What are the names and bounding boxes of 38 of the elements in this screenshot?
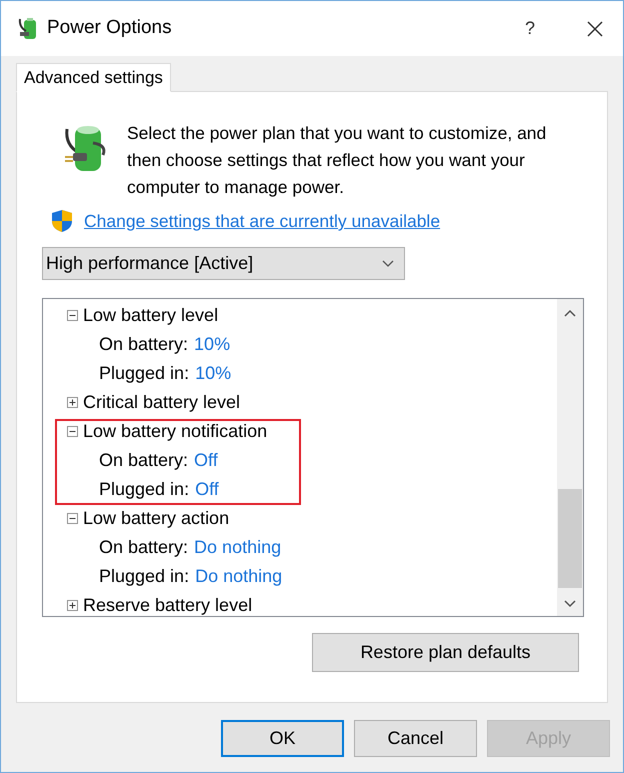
setting-name[interactable]: Reserve battery level xyxy=(83,592,252,620)
setting-label: On battery: xyxy=(99,333,188,356)
expand-icon[interactable] xyxy=(67,397,78,408)
collapse-icon[interactable] xyxy=(67,513,78,524)
description-text: Select the power plan that you want to customize, and then choose settings that reflect how you want your computer to manage power. xyxy=(127,122,548,199)
setting-label: Plugged in: xyxy=(99,478,190,502)
setting-value[interactable]: Off xyxy=(194,447,218,474)
tab[interactable]: Advanced settings xyxy=(16,63,171,92)
help-button[interactable]: ? xyxy=(515,15,545,42)
collapse-icon[interactable] xyxy=(67,426,78,438)
setting-value[interactable]: Off xyxy=(195,476,219,504)
setting-label: Plugged in: xyxy=(99,565,190,588)
setting-label: On battery: xyxy=(99,449,188,472)
setting-value[interactable]: 10% xyxy=(194,331,230,358)
change-settings-link[interactable]: Change settings that are currently unavailable xyxy=(84,208,440,234)
setting-value[interactable]: Do nothing xyxy=(195,563,282,590)
expand-icon[interactable] xyxy=(67,600,78,612)
setting-name[interactable]: Critical battery level xyxy=(83,389,240,416)
shield-icon xyxy=(51,209,73,234)
setting-name[interactable]: Low battery level xyxy=(83,302,218,330)
scrollbar[interactable] xyxy=(557,299,583,616)
chevron-down-icon[interactable] xyxy=(564,600,576,608)
close-icon[interactable] xyxy=(587,20,603,36)
setting-label: Plugged in: xyxy=(99,362,190,386)
dialog-button[interactable]: Cancel xyxy=(354,720,477,757)
chevron-up-icon[interactable] xyxy=(564,309,576,318)
setting-name[interactable]: Low battery notification xyxy=(83,418,268,446)
setting-value[interactable]: 10% xyxy=(195,360,232,388)
scrollbar-thumb[interactable] xyxy=(558,489,582,588)
collapse-icon[interactable] xyxy=(67,310,78,322)
plan-dropdown[interactable]: High performance [Active] xyxy=(42,247,405,280)
restore-defaults-button[interactable]: Restore plan defaults xyxy=(312,633,579,672)
setting-name[interactable]: Low battery action xyxy=(83,505,230,532)
window-title: Power Options xyxy=(47,16,172,40)
setting-value[interactable]: Do nothing xyxy=(194,534,282,562)
dialog-button[interactable]: OK xyxy=(221,720,344,757)
chevron-down-icon xyxy=(382,260,394,268)
setting-label: On battery: xyxy=(99,536,188,560)
